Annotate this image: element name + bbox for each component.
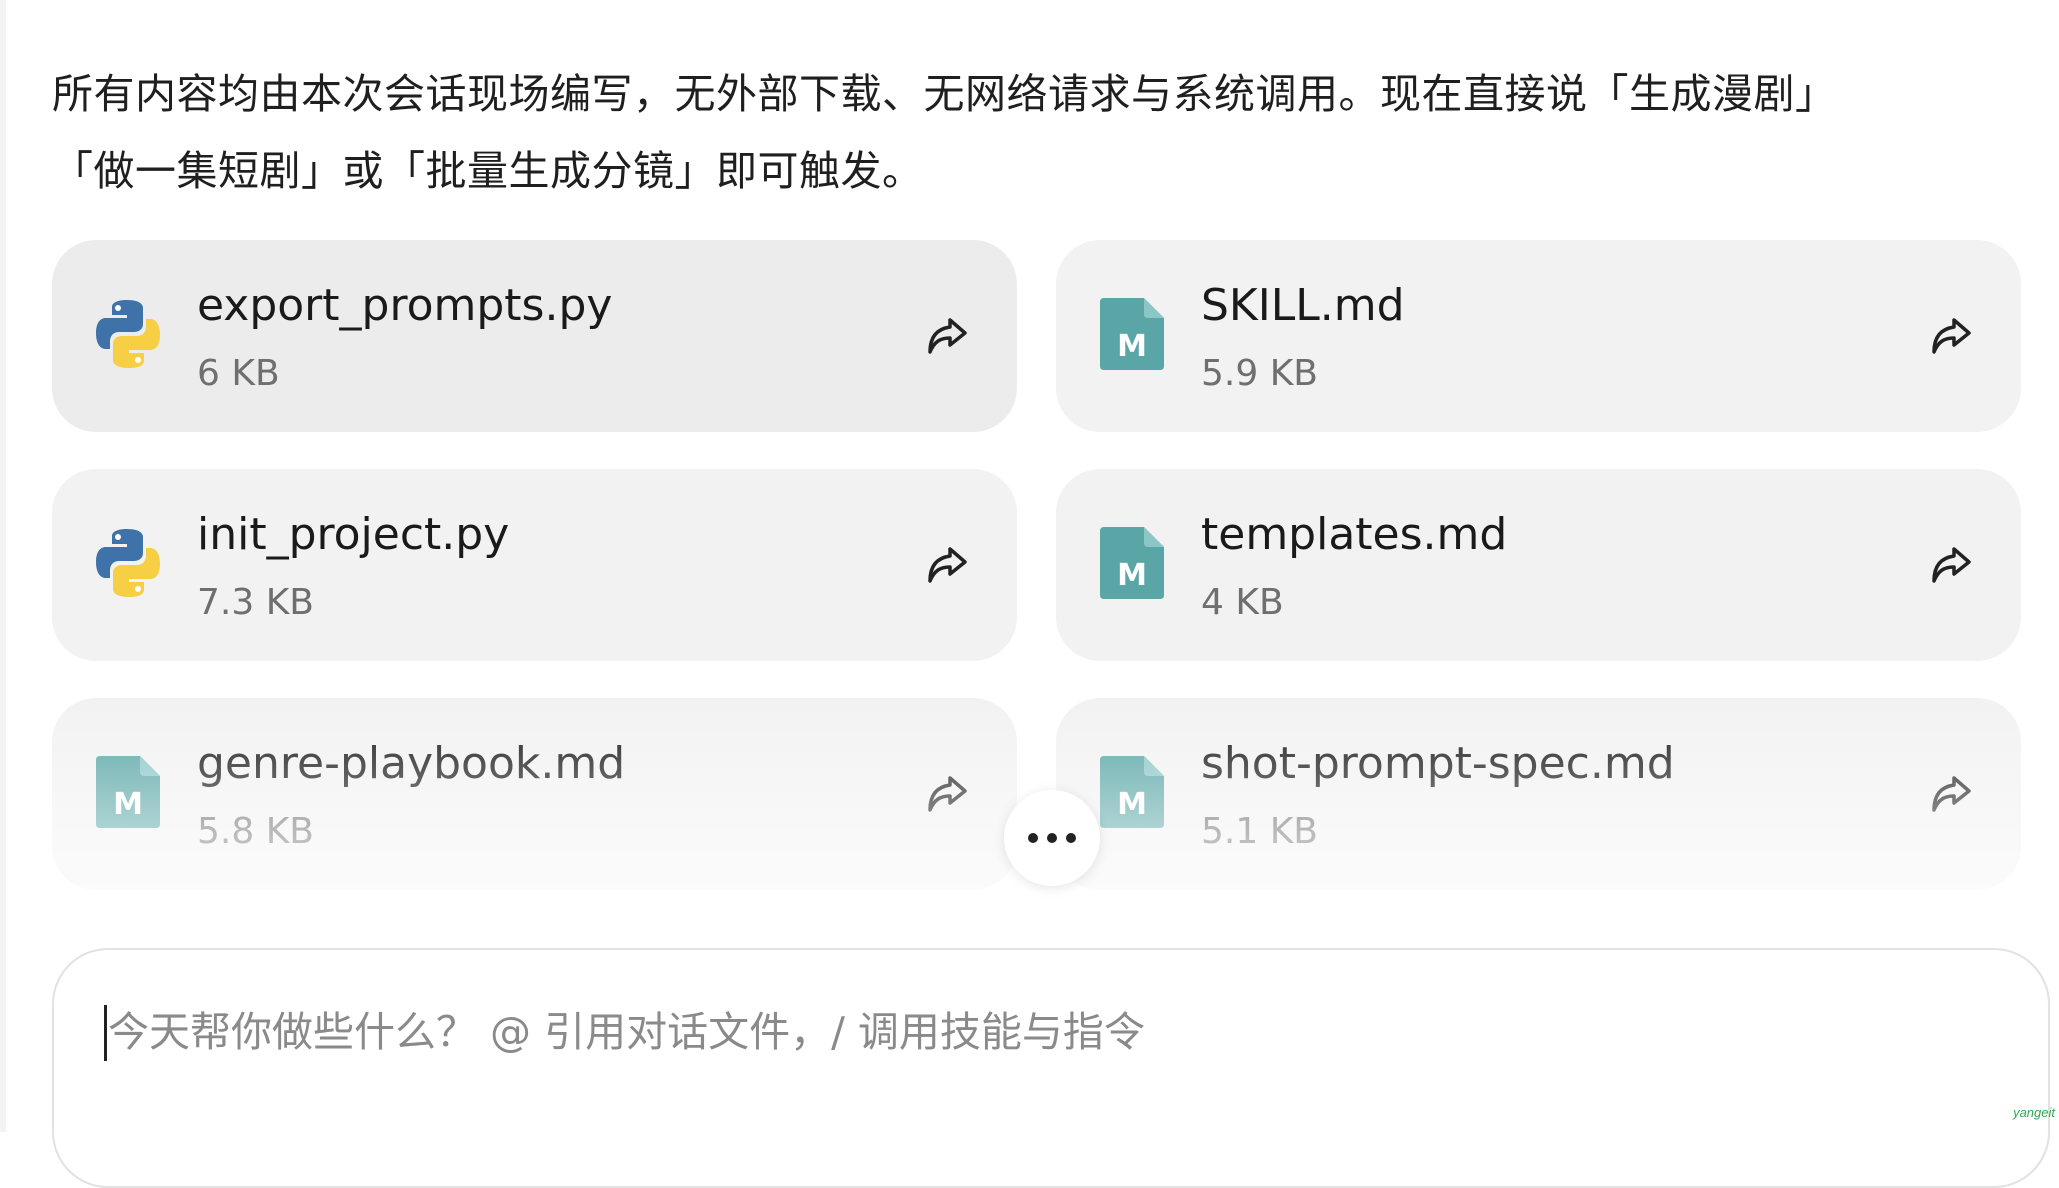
markdown-icon: M xyxy=(1100,298,1164,370)
markdown-icon: M xyxy=(96,756,160,828)
share-icon[interactable] xyxy=(1925,768,1977,820)
share-icon[interactable] xyxy=(1925,539,1977,591)
file-card-export-prompts[interactable]: export_prompts.py 6 KB xyxy=(52,240,1017,432)
svg-text:M: M xyxy=(1117,558,1147,593)
markdown-icon: M xyxy=(1100,527,1164,599)
message-line-2: 「做一集短剧」或「批量生成分镜」即可触发。 xyxy=(52,147,924,195)
markdown-icon: M xyxy=(1100,756,1164,828)
file-name: SKILL.md xyxy=(1201,280,1405,331)
svg-text:M: M xyxy=(1117,787,1147,822)
svg-text:M: M xyxy=(1117,329,1147,364)
watermark: yangeit xyxy=(2013,1105,2055,1120)
share-icon[interactable] xyxy=(1925,310,1977,362)
share-icon[interactable] xyxy=(921,539,973,591)
file-card-skill[interactable]: M SKILL.md 5.9 KB xyxy=(1056,240,2021,432)
share-icon[interactable] xyxy=(921,310,973,362)
assistant-message: 所有内容均由本次会话现场编写，无外部下载、无网络请求与系统调用。现在直接说「生成… xyxy=(52,56,2012,210)
python-icon xyxy=(96,300,160,368)
file-name: genre-playbook.md xyxy=(197,738,626,789)
file-name: shot-prompt-spec.md xyxy=(1201,738,1675,789)
file-name: templates.md xyxy=(1201,509,1508,560)
file-name: init_project.py xyxy=(197,509,510,560)
text-caret xyxy=(104,1005,107,1061)
file-card-init-project[interactable]: init_project.py 7.3 KB xyxy=(52,469,1017,661)
share-icon[interactable] xyxy=(921,768,973,820)
file-card-genre-playbook[interactable]: M genre-playbook.md 5.8 KB xyxy=(52,698,1017,890)
file-size: 5.9 KB xyxy=(1201,353,1318,394)
file-size: 7.3 KB xyxy=(197,582,314,623)
chat-page: 所有内容均由本次会话现场编写，无外部下载、无网络请求与系统调用。现在直接说「生成… xyxy=(0,0,2059,1188)
svg-text:M: M xyxy=(113,787,143,822)
file-size: 4 KB xyxy=(1201,582,1284,623)
ellipsis-icon xyxy=(1028,833,1076,843)
file-name: export_prompts.py xyxy=(197,280,613,331)
file-card-templates[interactable]: M templates.md 4 KB xyxy=(1056,469,2021,661)
chat-input-placeholder: 今天帮你做些什么？ @ 引用对话文件，/ 调用技能与指令 xyxy=(108,1008,1145,1056)
file-attachments-grid: export_prompts.py 6 KB M SKILL.md 5.9 KB xyxy=(52,240,2021,890)
file-card-shot-prompt-spec[interactable]: M shot-prompt-spec.md 5.1 KB xyxy=(1056,698,2021,890)
message-line-1: 所有内容均由本次会话现场编写，无外部下载、无网络请求与系统调用。现在直接说「生成… xyxy=(52,70,1837,118)
file-size: 6 KB xyxy=(197,353,280,394)
file-size: 5.8 KB xyxy=(197,811,314,852)
show-more-button[interactable] xyxy=(1004,790,1100,886)
file-size: 5.1 KB xyxy=(1201,811,1318,852)
chat-input-box[interactable]: 今天帮你做些什么？ @ 引用对话文件，/ 调用技能与指令 xyxy=(52,948,2050,1188)
left-divider xyxy=(0,0,6,1132)
python-icon xyxy=(96,529,160,597)
